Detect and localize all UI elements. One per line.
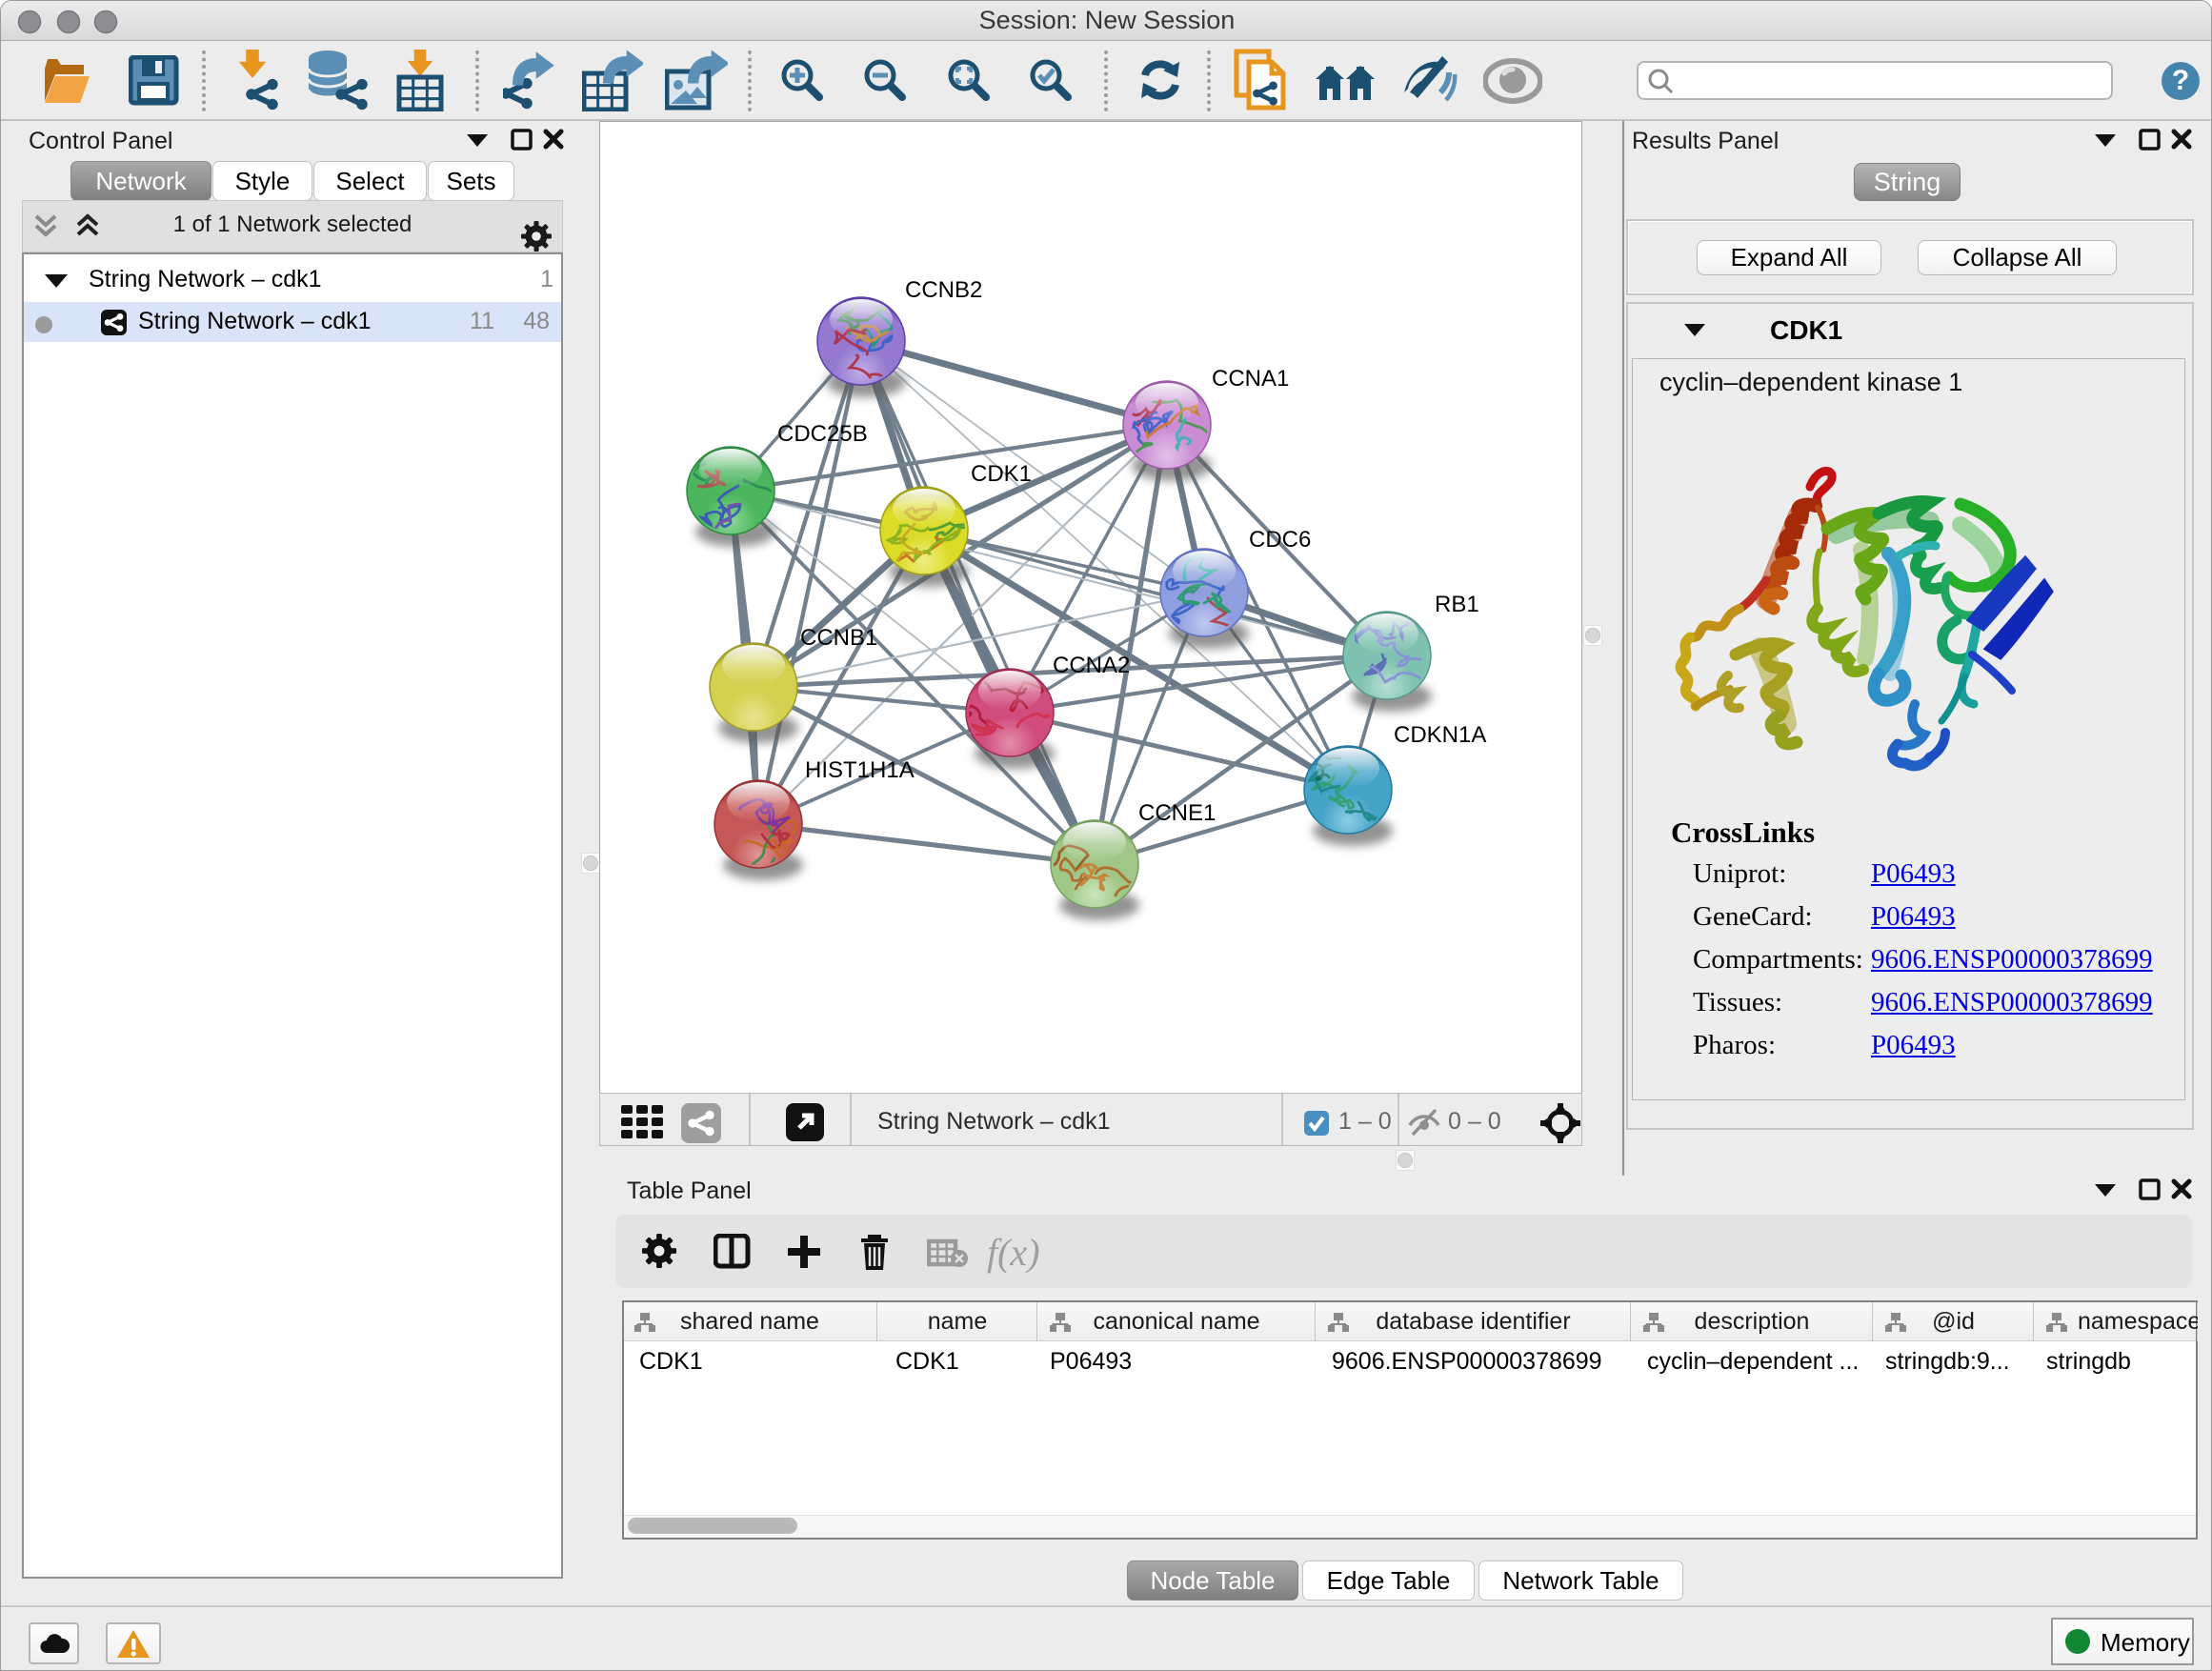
svg-text:CCNE1: CCNE1 [1138,800,1216,826]
svg-text:CDKN1A: CDKN1A [1394,722,1486,748]
svg-text:CCNB1: CCNB1 [800,625,877,651]
svg-text:CCNA1: CCNA1 [1212,366,1289,392]
svg-text:CDC25B: CDC25B [777,421,868,447]
svg-text:?: ? [2172,65,2189,96]
svg-text:CCNA2: CCNA2 [1053,653,1130,678]
svg-text:CDC6: CDC6 [1249,527,1311,553]
svg-text:RB1: RB1 [1435,592,1479,617]
svg-text:HIST1H1A: HIST1H1A [805,757,915,783]
svg-text:CCNB2: CCNB2 [905,277,982,303]
svg-text:CDK1: CDK1 [971,461,1032,487]
